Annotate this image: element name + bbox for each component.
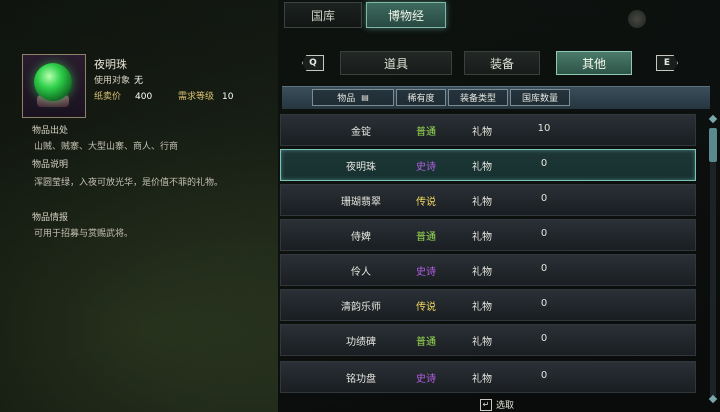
- equip-type-cell: 礼物: [472, 267, 492, 278]
- sell-price: 纸卖价 400: [94, 92, 153, 102]
- item-name-cell: 珊瑚翡翠: [341, 197, 381, 208]
- column-rarity[interactable]: 稀有度: [396, 89, 446, 106]
- item-icon-frame: [22, 54, 86, 118]
- table-row[interactable]: 金锭 普通 礼物 10: [280, 114, 696, 146]
- rarity-cell: 普通: [416, 127, 436, 138]
- source-title: 物品出处: [32, 126, 69, 136]
- select-hint[interactable]: ↵ 选取: [480, 398, 514, 411]
- equip-type-cell: 礼物: [472, 232, 492, 243]
- column-stock[interactable]: 国库数量: [510, 89, 570, 106]
- stock-count-cell: 0: [540, 158, 548, 169]
- stock-count-cell: 0: [540, 298, 548, 309]
- equip-type-cell: 礼物: [472, 127, 492, 138]
- category-tabs: 道具 装备 其他: [340, 51, 632, 75]
- stock-count-cell: 10: [537, 123, 551, 134]
- tab-equipment[interactable]: 装备: [464, 51, 540, 75]
- item-name-cell: 侍婢: [351, 232, 371, 243]
- item-name-cell: 金锭: [351, 127, 371, 138]
- use-target: 使用对象无: [94, 76, 144, 86]
- next-category-button[interactable]: E: [656, 55, 678, 71]
- item-name-cell: 清韵乐师: [341, 302, 381, 313]
- rarity-cell: 普通: [416, 337, 436, 348]
- rarity-cell: 普通: [416, 232, 436, 243]
- equip-type-cell: 礼物: [472, 337, 492, 348]
- rarity-cell: 传说: [416, 302, 436, 313]
- equip-type-cell: 礼物: [472, 197, 492, 208]
- scrollbar-track[interactable]: [710, 128, 716, 396]
- item-name-cell: 伶人: [351, 267, 371, 278]
- rarity-cell: 史诗: [416, 267, 436, 278]
- equip-type-cell: 礼物: [472, 302, 492, 313]
- item-name-cell: 夜明珠: [346, 162, 376, 173]
- table-row[interactable]: 伶人 史诗 礼物 0: [280, 254, 696, 286]
- rarity-cell: 史诗: [416, 374, 436, 385]
- rarity-cell: 传说: [416, 197, 436, 208]
- scrollbar-thumb[interactable]: [709, 128, 717, 162]
- source-text: 山贼、贼寨、大型山寨、商人、行商: [34, 142, 179, 152]
- description-title: 物品说明: [32, 160, 69, 170]
- table-row[interactable]: 珊瑚翡翠 传说 礼物 0: [280, 184, 696, 216]
- table-row[interactable]: 铭功盘 史诗 礼物 0: [280, 361, 696, 393]
- prev-category-button[interactable]: Q: [302, 55, 324, 71]
- table-row[interactable]: 清韵乐师 传说 礼物 0: [280, 289, 696, 321]
- tab-other[interactable]: 其他: [556, 51, 632, 75]
- table-row[interactable]: 侍婢 普通 礼物 0: [280, 219, 696, 251]
- top-tabs: 国库 博物经: [284, 2, 446, 28]
- table-row[interactable]: 功绩碑 普通 礼物 0: [280, 324, 696, 356]
- equip-type-cell: 礼物: [472, 374, 492, 385]
- info-text: 可用于招募与赏赐武将。: [34, 229, 134, 239]
- tab-treasury[interactable]: 国库: [284, 2, 362, 28]
- tab-museum-classic[interactable]: 博物经: [366, 2, 446, 28]
- equip-type-cell: 礼物: [472, 162, 492, 173]
- night-pearl-icon: [34, 63, 72, 101]
- item-name-cell: 铭功盘: [346, 374, 376, 385]
- column-item[interactable]: 物品 ▤: [312, 89, 394, 106]
- stock-count-cell: 0: [540, 228, 548, 239]
- required-level: 需求等级 10: [178, 92, 234, 102]
- item-name-cell: 功绩碑: [346, 337, 376, 348]
- stock-count-cell: 0: [540, 263, 548, 274]
- sort-icon: ▤: [361, 93, 369, 102]
- enter-key-icon: ↵: [480, 398, 492, 411]
- select-label: 选取: [496, 401, 515, 411]
- stock-count-cell: 0: [540, 333, 548, 344]
- stock-count-cell: 0: [540, 193, 548, 204]
- column-equip-type[interactable]: 装备类型: [448, 89, 508, 106]
- coin-icon: [628, 10, 646, 28]
- stock-count-cell: 0: [540, 370, 548, 381]
- tab-props[interactable]: 道具: [340, 51, 452, 75]
- table-row[interactable]: 夜明珠 史诗 礼物 0: [280, 149, 696, 181]
- rarity-cell: 史诗: [416, 162, 436, 173]
- description-text: 浑圆莹绿，入夜可放光华，是价值不菲的礼物。: [34, 178, 224, 188]
- item-name: 夜明珠: [94, 58, 127, 71]
- info-title: 物品情报: [32, 213, 69, 223]
